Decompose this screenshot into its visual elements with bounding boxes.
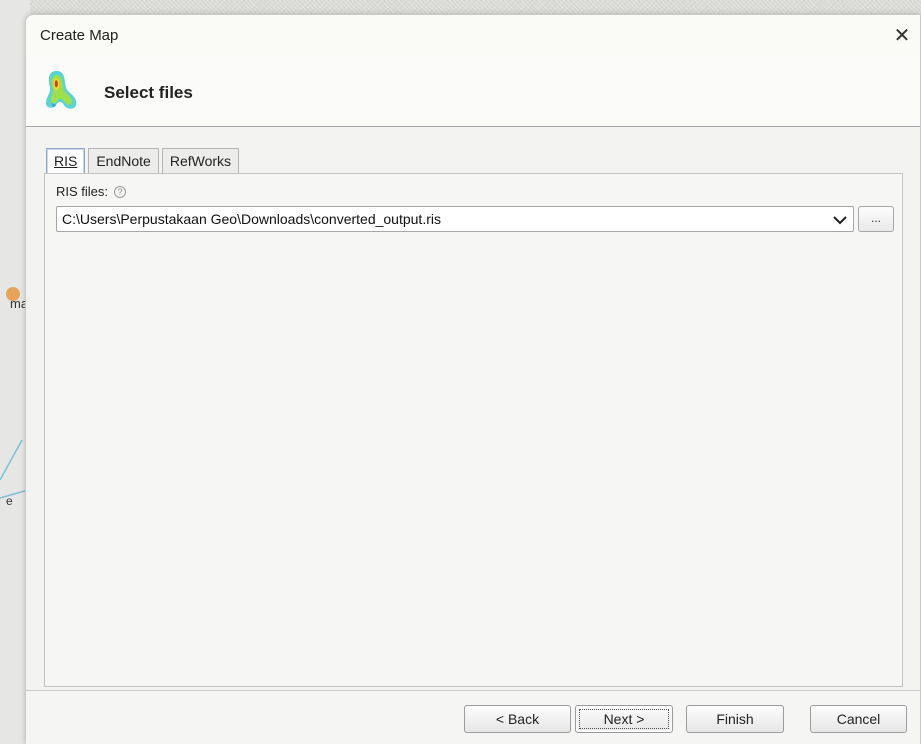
- dialog-titlebar: Create Map ✕: [26, 15, 920, 57]
- ris-file-path-combobox[interactable]: C:\Users\Perpustakaan Geo\Downloads\conv…: [56, 206, 854, 232]
- browse-button[interactable]: ...: [858, 206, 894, 232]
- background-node-label-2: e: [6, 494, 13, 508]
- back-button[interactable]: < Back: [464, 705, 571, 733]
- tab-refworks[interactable]: RefWorks: [161, 148, 240, 174]
- ris-files-label-text: RIS files:: [56, 184, 109, 199]
- tab-endnote[interactable]: EndNote: [88, 148, 159, 174]
- tab-ris[interactable]: RIS: [46, 148, 86, 174]
- wizard-content: RIS EndNote RefWorks RIS files:? C:\User…: [26, 128, 920, 690]
- help-icon[interactable]: ?: [114, 186, 127, 198]
- create-map-dialog: Create Map ✕ Select files RIS EndNote Re…: [25, 14, 921, 744]
- ris-files-label: RIS files:?: [56, 184, 127, 199]
- density-map-icon: [46, 71, 77, 109]
- file-type-tabs: RIS EndNote RefWorks: [46, 148, 242, 174]
- close-icon: ✕: [893, 25, 911, 47]
- chevron-down-icon[interactable]: [831, 211, 849, 229]
- page-title: Select files: [104, 83, 193, 102]
- wizard-footer: < Back Next > Finish Cancel: [26, 690, 920, 744]
- finish-button[interactable]: Finish: [686, 705, 784, 733]
- close-button[interactable]: ✕: [884, 19, 920, 53]
- ris-file-path-value: C:\Users\Perpustakaan Geo\Downloads\conv…: [62, 211, 441, 227]
- wizard-header: Select files: [26, 57, 920, 127]
- ris-tab-panel: RIS files:? C:\Users\Perpustakaan Geo\Do…: [44, 173, 903, 687]
- cancel-button[interactable]: Cancel: [810, 705, 907, 733]
- next-button[interactable]: Next >: [575, 705, 673, 733]
- dialog-title: Create Map: [40, 27, 119, 44]
